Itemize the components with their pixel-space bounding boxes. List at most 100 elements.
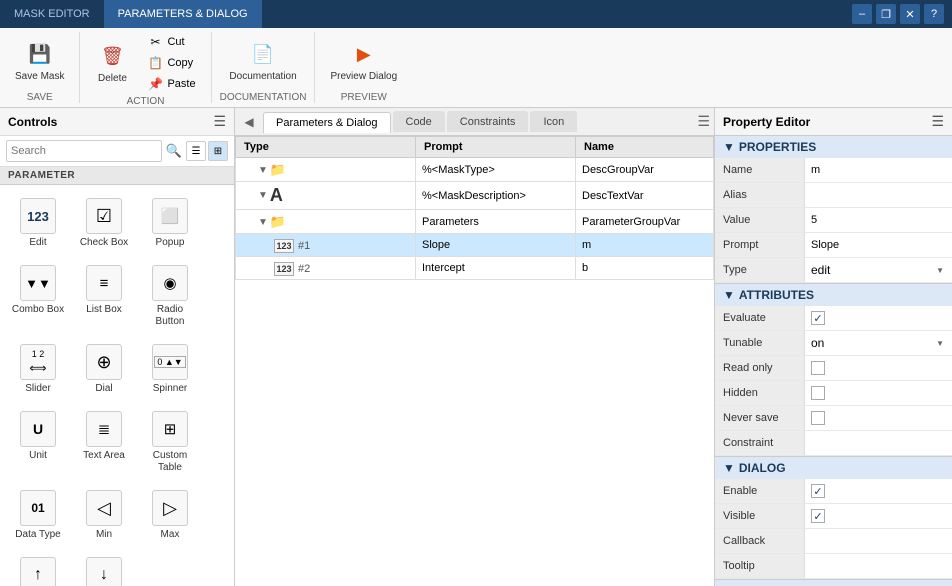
- control-popup[interactable]: ⬜ Popup: [138, 191, 202, 256]
- title-bar-actions: – ❐ ✕ ?: [852, 4, 952, 24]
- property-menu-button[interactable]: ☰: [931, 113, 944, 130]
- prop-value-constraint[interactable]: [805, 431, 952, 455]
- property-scroll[interactable]: ▼ PROPERTIES Name Alias Value Prompt: [715, 136, 952, 586]
- prop-value-prompt[interactable]: [805, 233, 952, 257]
- control-dial[interactable]: ⊕ Dial: [72, 337, 136, 402]
- min-label: Min: [96, 529, 112, 541]
- prop-input-value[interactable]: [811, 214, 946, 226]
- prop-value-hidden[interactable]: [805, 381, 952, 405]
- control-promote-down[interactable]: ↓ Promote: [72, 550, 136, 586]
- type-dropdown-arrow[interactable]: ▼: [934, 266, 946, 275]
- prop-input-name[interactable]: [811, 164, 946, 176]
- control-checkbox[interactable]: ☑ Check Box: [72, 191, 136, 256]
- expand-toggle-r1[interactable]: ▼: [258, 165, 268, 176]
- prompt-r3: Parameters: [416, 210, 576, 234]
- toolbar: 💾 Save Mask SAVE 🗑 Delete ✂ Cut 📋 Copy: [0, 28, 952, 108]
- prop-value-visible[interactable]: [805, 504, 952, 528]
- attributes-collapse-icon: ▼: [723, 288, 735, 302]
- evaluate-checkbox[interactable]: [811, 311, 825, 325]
- prop-input-prompt[interactable]: [811, 239, 946, 251]
- table-row[interactable]: ▼ 📁 Parameters ParameterGroupVar: [236, 210, 714, 234]
- center-tab-menu-button[interactable]: ☰: [697, 113, 710, 130]
- control-spinner[interactable]: 0 ▲▼ Spinner: [138, 337, 202, 402]
- list-view-button[interactable]: ☰: [186, 141, 206, 161]
- control-min[interactable]: ◁ Min: [72, 483, 136, 548]
- table-row[interactable]: 123 #2 Intercept b: [236, 257, 714, 280]
- radio-button-icon: ◉: [152, 265, 188, 301]
- prop-value-tunable[interactable]: on ▼: [805, 331, 952, 355]
- tunable-dropdown-arrow[interactable]: ▼: [934, 339, 946, 348]
- visible-checkbox[interactable]: [811, 509, 825, 523]
- prop-value-readonly[interactable]: [805, 356, 952, 380]
- action-group-items: 🗑 Delete ✂ Cut 📋 Copy 📌 Paste: [88, 32, 202, 94]
- prop-value-enable[interactable]: [805, 479, 952, 503]
- table-row[interactable]: ▼ 📁 %<MaskType> DescGroupVar: [236, 158, 714, 182]
- close-button[interactable]: ✕: [900, 4, 920, 24]
- prop-input-tooltip[interactable]: [811, 560, 946, 572]
- prop-value-type[interactable]: edit ▼: [805, 258, 952, 282]
- control-list-box[interactable]: ≡ List Box: [72, 258, 136, 335]
- prop-value-name[interactable]: [805, 158, 952, 182]
- never-save-checkbox[interactable]: [811, 411, 825, 425]
- table-row[interactable]: ▼ A %<MaskDescription> DescTextVar: [236, 182, 714, 210]
- save-mask-button[interactable]: 💾 Save Mask: [8, 36, 71, 87]
- control-edit[interactable]: 123 Edit: [6, 191, 70, 256]
- delete-button[interactable]: 🗑 Delete: [88, 38, 136, 89]
- attributes-section-header[interactable]: ▼ ATTRIBUTES: [715, 284, 952, 306]
- paste-button[interactable]: 📌 Paste: [140, 74, 202, 94]
- copy-button[interactable]: 📋 Copy: [140, 53, 202, 73]
- preview-dialog-button[interactable]: ▶ Preview Dialog: [323, 36, 404, 87]
- expand-toggle-r2[interactable]: ▼: [258, 190, 268, 201]
- enable-checkbox[interactable]: [811, 484, 825, 498]
- tab-icon[interactable]: Icon: [530, 111, 577, 132]
- dialog-section-header[interactable]: ▼ DIALOG: [715, 457, 952, 479]
- properties-section-header[interactable]: ▼ PROPERTIES: [715, 136, 952, 158]
- tab-code[interactable]: Code: [393, 111, 445, 132]
- readonly-checkbox[interactable]: [811, 361, 825, 375]
- expand-toggle-r3[interactable]: ▼: [258, 217, 268, 228]
- hidden-checkbox[interactable]: [811, 386, 825, 400]
- row-num-r5: #2: [298, 263, 310, 275]
- tab-mask-editor[interactable]: MASK EDITOR: [0, 0, 104, 28]
- prop-value-evaluate[interactable]: [805, 306, 952, 330]
- slider-icon: 1 2 ⟺: [20, 344, 56, 380]
- params-table-scroll[interactable]: Type Prompt Name ▼ 📁: [235, 136, 714, 586]
- tab-constraints[interactable]: Constraints: [447, 111, 529, 132]
- control-radio-button[interactable]: ◉ Radio Button: [138, 258, 202, 335]
- control-data-type[interactable]: 01 Data Type: [6, 483, 70, 548]
- control-combo-box[interactable]: ▼▼ Combo Box: [6, 258, 70, 335]
- action-group-label: ACTION: [127, 96, 165, 107]
- tab-expand-button[interactable]: ◀: [239, 112, 259, 132]
- search-icon: 🔍: [166, 143, 182, 159]
- tab-parameters-dialog[interactable]: Parameters & Dialog: [263, 112, 391, 133]
- layout-section-header[interactable]: ▼ LAYOUT: [715, 580, 952, 586]
- list-box-label: List Box: [86, 304, 122, 316]
- search-input[interactable]: [6, 140, 162, 162]
- minimize-button[interactable]: –: [852, 4, 872, 24]
- prop-value-never-save[interactable]: [805, 406, 952, 430]
- prop-value-tooltip[interactable]: [805, 554, 952, 578]
- grid-view-button[interactable]: ⊞: [208, 141, 228, 161]
- text-area-icon: ≣: [86, 411, 122, 447]
- table-row[interactable]: 123 #1 Slope m: [236, 234, 714, 257]
- control-custom-table[interactable]: ⊞ Custom Table: [138, 404, 202, 481]
- help-button[interactable]: ?: [924, 4, 944, 24]
- control-slider[interactable]: 1 2 ⟺ Slider: [6, 337, 70, 402]
- prop-value-callback[interactable]: [805, 529, 952, 553]
- restore-button[interactable]: ❐: [876, 4, 896, 24]
- control-text-area[interactable]: ≣ Text Area: [72, 404, 136, 481]
- prop-input-callback[interactable]: [811, 535, 946, 547]
- cut-button[interactable]: ✂ Cut: [140, 32, 202, 52]
- prop-input-constraint[interactable]: [811, 437, 946, 449]
- name-r4: m: [576, 234, 714, 257]
- control-unit[interactable]: U Unit: [6, 404, 70, 481]
- tab-parameters-dialog[interactable]: PARAMETERS & DIALOG: [104, 0, 262, 28]
- documentation-button[interactable]: 📄 Documentation: [222, 36, 303, 87]
- delete-icon: 🗑: [98, 43, 126, 71]
- prop-value-value[interactable]: [805, 208, 952, 232]
- controls-menu-button[interactable]: ☰: [213, 113, 226, 130]
- prop-value-alias[interactable]: [805, 183, 952, 207]
- control-max[interactable]: ▷ Max: [138, 483, 202, 548]
- control-promote-up[interactable]: ↑ Promote: [6, 550, 70, 586]
- prop-input-alias[interactable]: [811, 189, 946, 201]
